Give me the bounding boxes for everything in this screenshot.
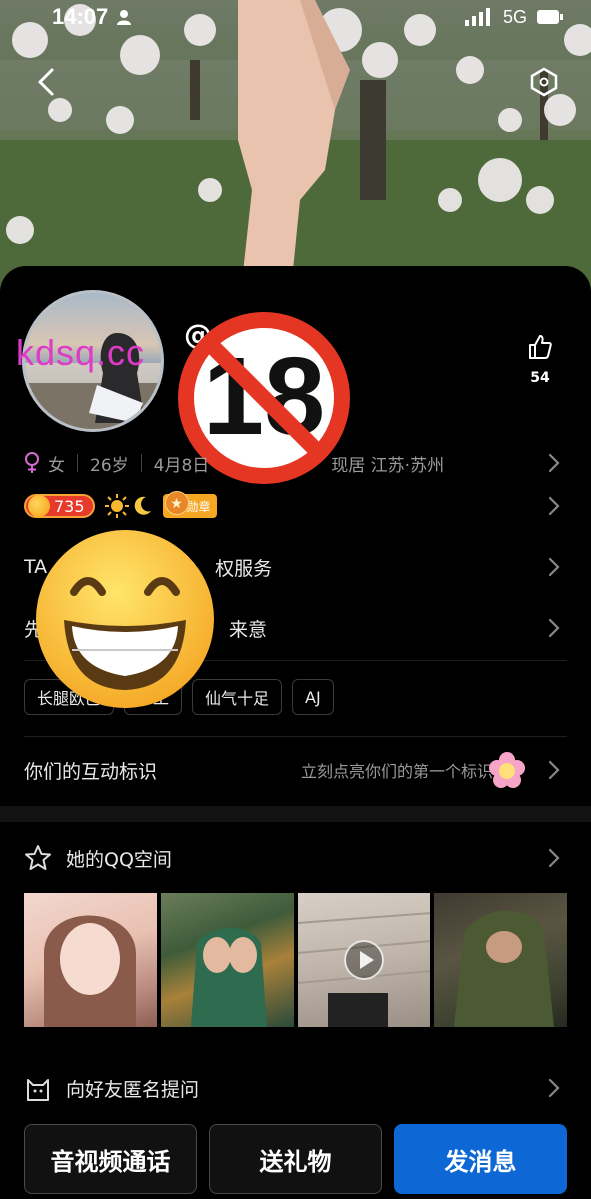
hexagon-icon xyxy=(530,67,558,97)
status-bar: 14:07 5G xyxy=(0,0,591,34)
interaction-mark-row[interactable]: 你们的互动标识 立刻点亮你们的第一个标识 xyxy=(24,752,567,788)
battery-icon xyxy=(537,10,563,24)
likes-count: 54 xyxy=(530,370,550,386)
cat-icon xyxy=(27,1079,49,1101)
medal-label: 勋章 xyxy=(186,499,211,514)
cover-photo xyxy=(0,0,591,300)
qzone-photos xyxy=(24,893,567,1027)
coin-icon xyxy=(28,495,50,517)
chevron-right-icon xyxy=(548,1078,560,1098)
chevron-right-icon xyxy=(548,453,560,473)
send-gift-button[interactable]: 送礼物 xyxy=(209,1124,382,1194)
divider xyxy=(24,736,567,737)
level-badge: 735 xyxy=(24,494,95,518)
photo-thumbnail[interactable] xyxy=(24,893,157,1027)
basic-info-row[interactable]: 女 26岁 4月8日 现居 江苏·苏州 xyxy=(24,450,567,476)
birthday: 4月8日 xyxy=(153,455,210,476)
tag[interactable]: AJ xyxy=(292,679,334,715)
location: 现居 江苏·苏州 xyxy=(331,455,445,476)
play-icon xyxy=(343,940,384,980)
badges-row[interactable]: 735 勋章 xyxy=(24,491,567,520)
sun-icon xyxy=(104,494,129,518)
identity-service-label: 权服务 xyxy=(215,557,273,580)
likes-button[interactable]: 54 xyxy=(520,334,560,386)
back-button[interactable] xyxy=(24,60,68,104)
signal-icon xyxy=(464,8,490,26)
chevron-left-icon xyxy=(38,68,54,96)
age: 26岁 xyxy=(90,455,129,476)
action-bar: 音视频通话 送礼物 发消息 xyxy=(24,1124,567,1194)
video-thumbnail[interactable] xyxy=(297,893,431,1027)
grinning-face-icon xyxy=(36,530,214,708)
more-options-button[interactable] xyxy=(522,60,566,104)
anonymous-question-row[interactable]: 向好友匿名提问 xyxy=(24,1073,567,1103)
qzone-row[interactable]: 她的QQ空间 xyxy=(24,843,567,873)
section-gap xyxy=(0,806,591,822)
qzone-label: 她的QQ空间 xyxy=(66,848,172,871)
watermark: kdsq.cc xyxy=(16,332,146,373)
thumbs-up-icon xyxy=(529,335,552,359)
photo-thumbnail[interactable] xyxy=(160,893,294,1027)
chevron-right-icon xyxy=(548,760,560,780)
chevron-right-icon xyxy=(548,618,560,638)
flower-icon xyxy=(489,752,525,788)
moon-icon xyxy=(134,496,151,515)
level-value: 735 xyxy=(54,496,85,516)
female-icon xyxy=(25,452,39,473)
send-message-button[interactable]: 发消息 xyxy=(394,1124,567,1194)
interaction-hint: 立刻点亮你们的第一个标识 xyxy=(300,762,493,781)
chevron-right-icon xyxy=(548,848,560,868)
network-label: 5G xyxy=(502,6,527,27)
person-icon xyxy=(117,10,132,25)
interaction-label: 你们的互动标识 xyxy=(24,760,158,783)
video-call-button[interactable]: 音视频通话 xyxy=(24,1124,197,1194)
clock: 14:07 xyxy=(52,4,109,29)
photo-thumbnail[interactable] xyxy=(434,893,567,1027)
chevron-right-icon xyxy=(548,496,560,516)
medal-badge: 勋章 xyxy=(162,491,217,518)
chevron-right-icon xyxy=(548,557,560,577)
anonymous-question-label: 向好友匿名提问 xyxy=(66,1078,200,1101)
intro-suffix: 来意 xyxy=(229,618,268,641)
star-icon xyxy=(25,845,51,870)
gender: 女 xyxy=(48,455,65,476)
